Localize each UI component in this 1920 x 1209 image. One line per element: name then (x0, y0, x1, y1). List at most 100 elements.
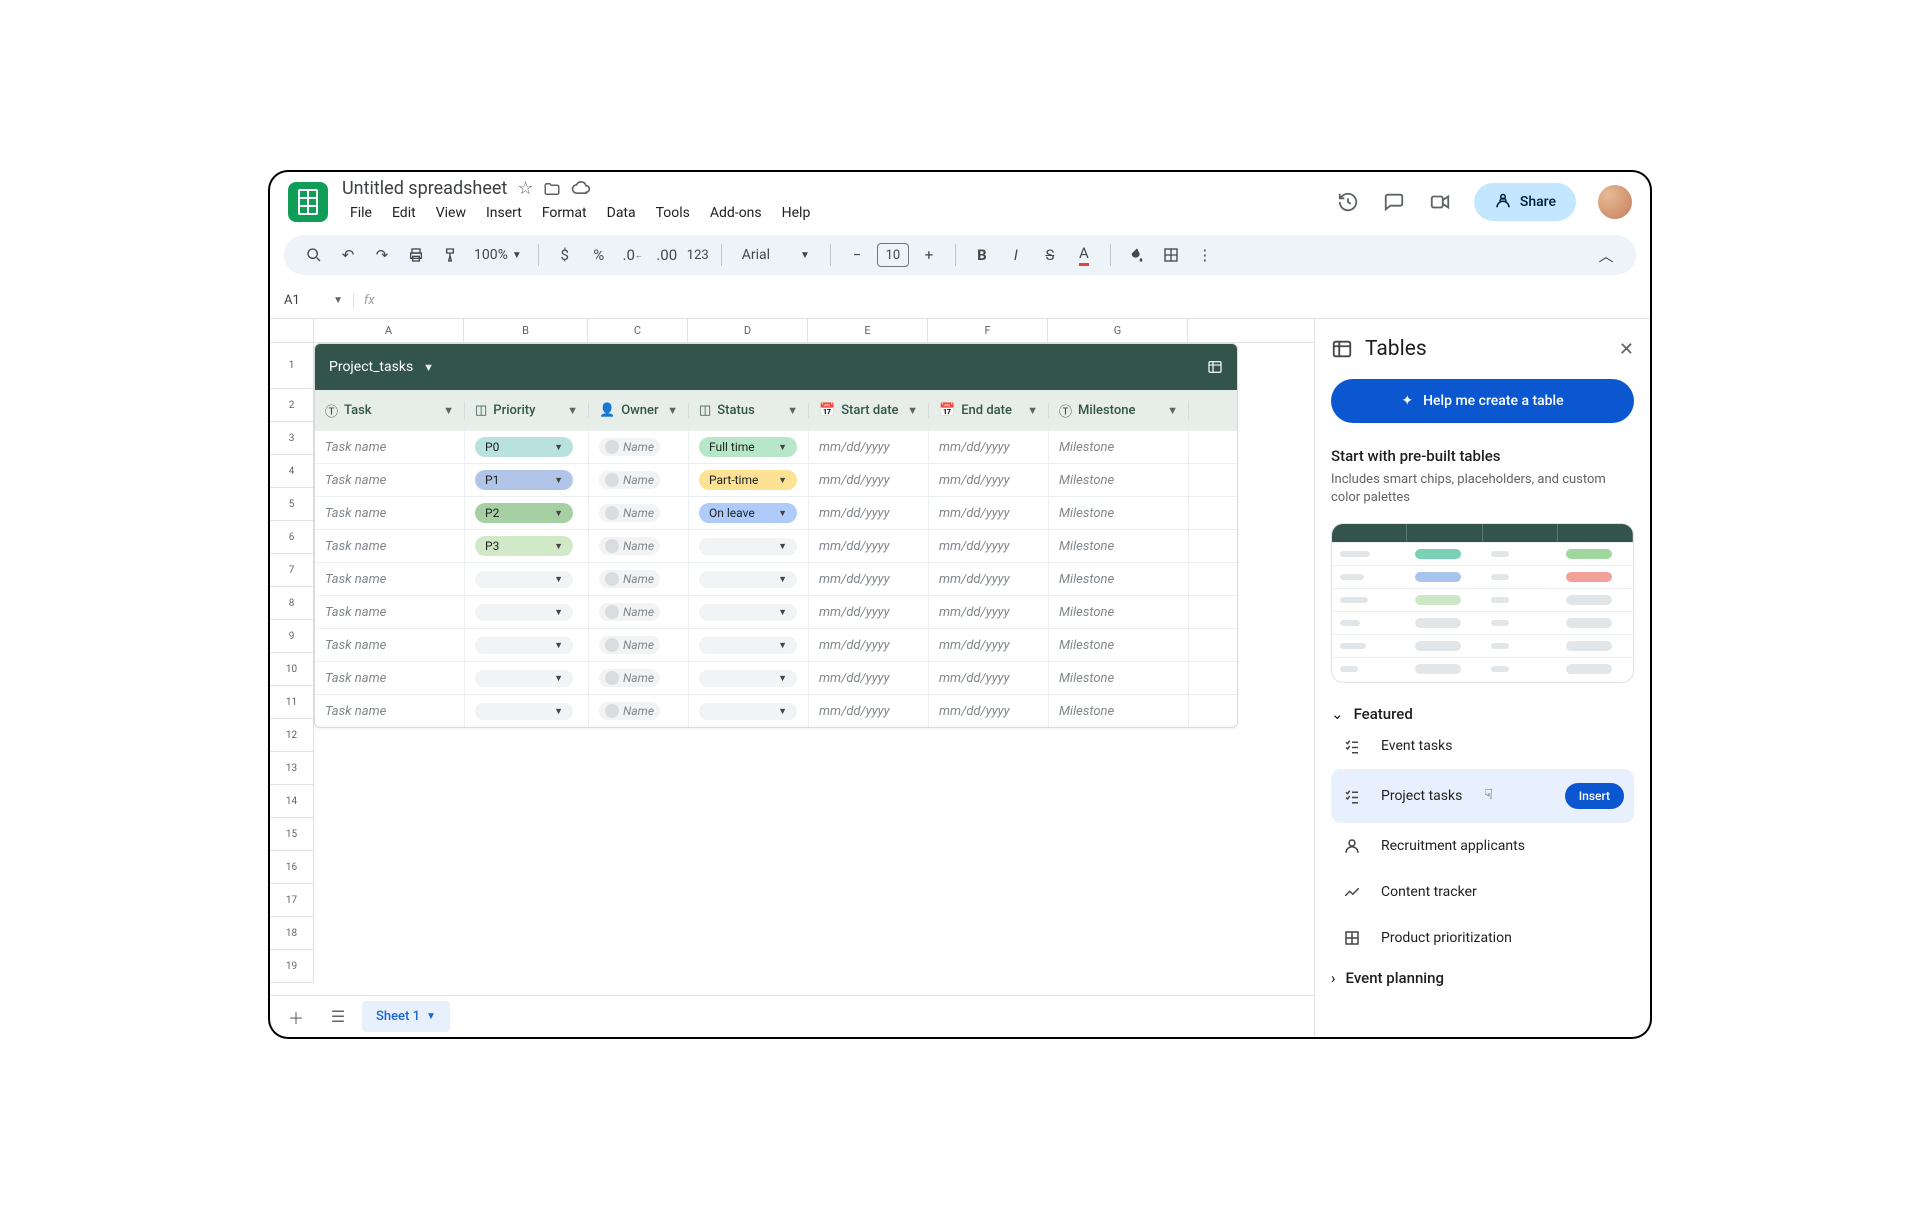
cell-status[interactable]: ▼ (689, 629, 809, 661)
th-start[interactable]: Start date (841, 403, 898, 418)
table-row[interactable]: Task name▼Name▼mm/dd/yyyymm/dd/yyyyMiles… (315, 694, 1237, 727)
cell-milestone[interactable]: Milestone (1049, 563, 1189, 595)
col-A[interactable]: A (314, 319, 464, 342)
table-row[interactable]: Task nameP0▼NameFull time▼mm/dd/yyyymm/d… (315, 430, 1237, 463)
account-avatar[interactable] (1598, 185, 1632, 219)
cell-task[interactable]: Task name (315, 695, 465, 727)
add-sheet-icon[interactable]: ＋ (278, 1001, 314, 1033)
cell-start-date[interactable]: mm/dd/yyyy (809, 497, 929, 529)
currency-icon[interactable]: $ (551, 241, 579, 269)
cell-task[interactable]: Task name (315, 563, 465, 595)
cell-milestone[interactable]: Milestone (1049, 431, 1189, 463)
cell-task[interactable]: Task name (315, 431, 465, 463)
cloud-status-icon[interactable] (571, 179, 591, 199)
decrease-decimal-icon[interactable]: .0← (619, 241, 647, 269)
cells-area[interactable]: Project_tasks ▼ ⓉTask▼ ◫Priority▼ 👤Owner… (314, 343, 1314, 995)
table-row[interactable]: Task nameP2▼NameOn leave▼mm/dd/yyyymm/dd… (315, 496, 1237, 529)
borders-icon[interactable] (1157, 241, 1185, 269)
menu-tools[interactable]: Tools (648, 201, 698, 225)
cell-start-date[interactable]: mm/dd/yyyy (809, 629, 929, 661)
print-icon[interactable] (402, 241, 430, 269)
cell-owner[interactable]: Name (589, 596, 689, 628)
col-D[interactable]: D (688, 319, 808, 342)
cell-milestone[interactable]: Milestone (1049, 695, 1189, 727)
sheets-logo[interactable] (288, 182, 328, 222)
sheet-tab[interactable]: Sheet 1▼ (362, 1001, 450, 1032)
th-status[interactable]: Status (717, 403, 754, 418)
cell-start-date[interactable]: mm/dd/yyyy (809, 431, 929, 463)
zoom-selector[interactable]: 100%▼ (470, 247, 526, 263)
cell-task[interactable]: Task name (315, 662, 465, 694)
cell-status[interactable]: ▼ (689, 695, 809, 727)
cell-priority[interactable]: ▼ (465, 629, 589, 661)
collapse-toolbar-icon[interactable]: ︿ (1592, 241, 1620, 269)
doc-title[interactable]: Untitled spreadsheet (342, 178, 507, 199)
cell-task[interactable]: Task name (315, 596, 465, 628)
table-row[interactable]: Task name▼Name▼mm/dd/yyyymm/dd/yyyyMiles… (315, 628, 1237, 661)
table-row[interactable]: Task nameP1▼NamePart-time▼mm/dd/yyyymm/d… (315, 463, 1237, 496)
template-item[interactable]: Recruitment applicants (1331, 823, 1634, 869)
cell-start-date[interactable]: mm/dd/yyyy (809, 464, 929, 496)
cell-owner[interactable]: Name (589, 695, 689, 727)
undo-icon[interactable]: ↶ (334, 241, 362, 269)
menu-edit[interactable]: Edit (384, 201, 424, 225)
menu-file[interactable]: File (342, 201, 380, 225)
meet-icon[interactable] (1428, 190, 1452, 214)
cell-end-date[interactable]: mm/dd/yyyy (929, 530, 1049, 562)
cell-task[interactable]: Task name (315, 497, 465, 529)
cell-start-date[interactable]: mm/dd/yyyy (809, 530, 929, 562)
cell-priority[interactable]: ▼ (465, 695, 589, 727)
decrease-font-icon[interactable]: − (843, 241, 871, 269)
more-toolbar-icon[interactable]: ⋮ (1191, 241, 1219, 269)
table-row[interactable]: Task name▼Name▼mm/dd/yyyymm/dd/yyyyMiles… (315, 595, 1237, 628)
fill-color-icon[interactable] (1123, 241, 1151, 269)
cell-start-date[interactable]: mm/dd/yyyy (809, 596, 929, 628)
col-E[interactable]: E (808, 319, 928, 342)
table-view-icon[interactable] (1207, 359, 1223, 375)
bold-icon[interactable]: B (968, 241, 996, 269)
th-priority[interactable]: Priority (493, 403, 535, 418)
table-row[interactable]: Task nameP3▼Name▼mm/dd/yyyymm/dd/yyyyMil… (315, 529, 1237, 562)
th-end[interactable]: End date (961, 403, 1012, 418)
template-item[interactable]: Project tasks☟Insert (1331, 769, 1634, 823)
template-item[interactable]: Product prioritization (1331, 915, 1634, 961)
cell-priority[interactable]: P2▼ (465, 497, 589, 529)
template-item[interactable]: Content tracker (1331, 869, 1634, 915)
cell-milestone[interactable]: Milestone (1049, 464, 1189, 496)
share-button[interactable]: Share (1474, 183, 1576, 221)
cell-priority[interactable]: P3▼ (465, 530, 589, 562)
menu-help[interactable]: Help (774, 201, 819, 225)
cell-owner[interactable]: Name (589, 431, 689, 463)
chevron-down-icon[interactable]: ▼ (423, 361, 434, 374)
th-owner[interactable]: Owner (621, 403, 658, 418)
strike-icon[interactable]: S (1036, 241, 1064, 269)
col-B[interactable]: B (464, 319, 588, 342)
cell-milestone[interactable]: Milestone (1049, 596, 1189, 628)
name-box[interactable]: A1▼ (284, 293, 354, 308)
italic-icon[interactable]: I (1002, 241, 1030, 269)
cell-status[interactable]: ▼ (689, 662, 809, 694)
cell-end-date[interactable]: mm/dd/yyyy (929, 431, 1049, 463)
featured-section[interactable]: ⌄ Featured (1331, 705, 1634, 723)
cell-end-date[interactable]: mm/dd/yyyy (929, 662, 1049, 694)
cell-start-date[interactable]: mm/dd/yyyy (809, 563, 929, 595)
cell-priority[interactable]: ▼ (465, 596, 589, 628)
all-sheets-icon[interactable]: ☰ (320, 1001, 356, 1033)
text-color-icon[interactable]: A (1070, 241, 1098, 269)
cell-owner[interactable]: Name (589, 464, 689, 496)
cell-status[interactable]: ▼ (689, 596, 809, 628)
cell-start-date[interactable]: mm/dd/yyyy (809, 662, 929, 694)
move-folder-icon[interactable] (543, 180, 561, 198)
help-create-table-button[interactable]: ✦ Help me create a table (1331, 379, 1634, 423)
cell-owner[interactable]: Name (589, 497, 689, 529)
cell-priority[interactable]: P0▼ (465, 431, 589, 463)
table-title-bar[interactable]: Project_tasks ▼ (315, 344, 1237, 390)
cell-end-date[interactable]: mm/dd/yyyy (929, 596, 1049, 628)
more-formats[interactable]: 123 (687, 241, 709, 269)
cell-priority[interactable]: ▼ (465, 662, 589, 694)
menu-data[interactable]: Data (599, 201, 644, 225)
redo-icon[interactable]: ↷ (368, 241, 396, 269)
insert-button[interactable]: Insert (1565, 783, 1624, 809)
cell-status[interactable]: Part-time▼ (689, 464, 809, 496)
paint-format-icon[interactable] (436, 241, 464, 269)
